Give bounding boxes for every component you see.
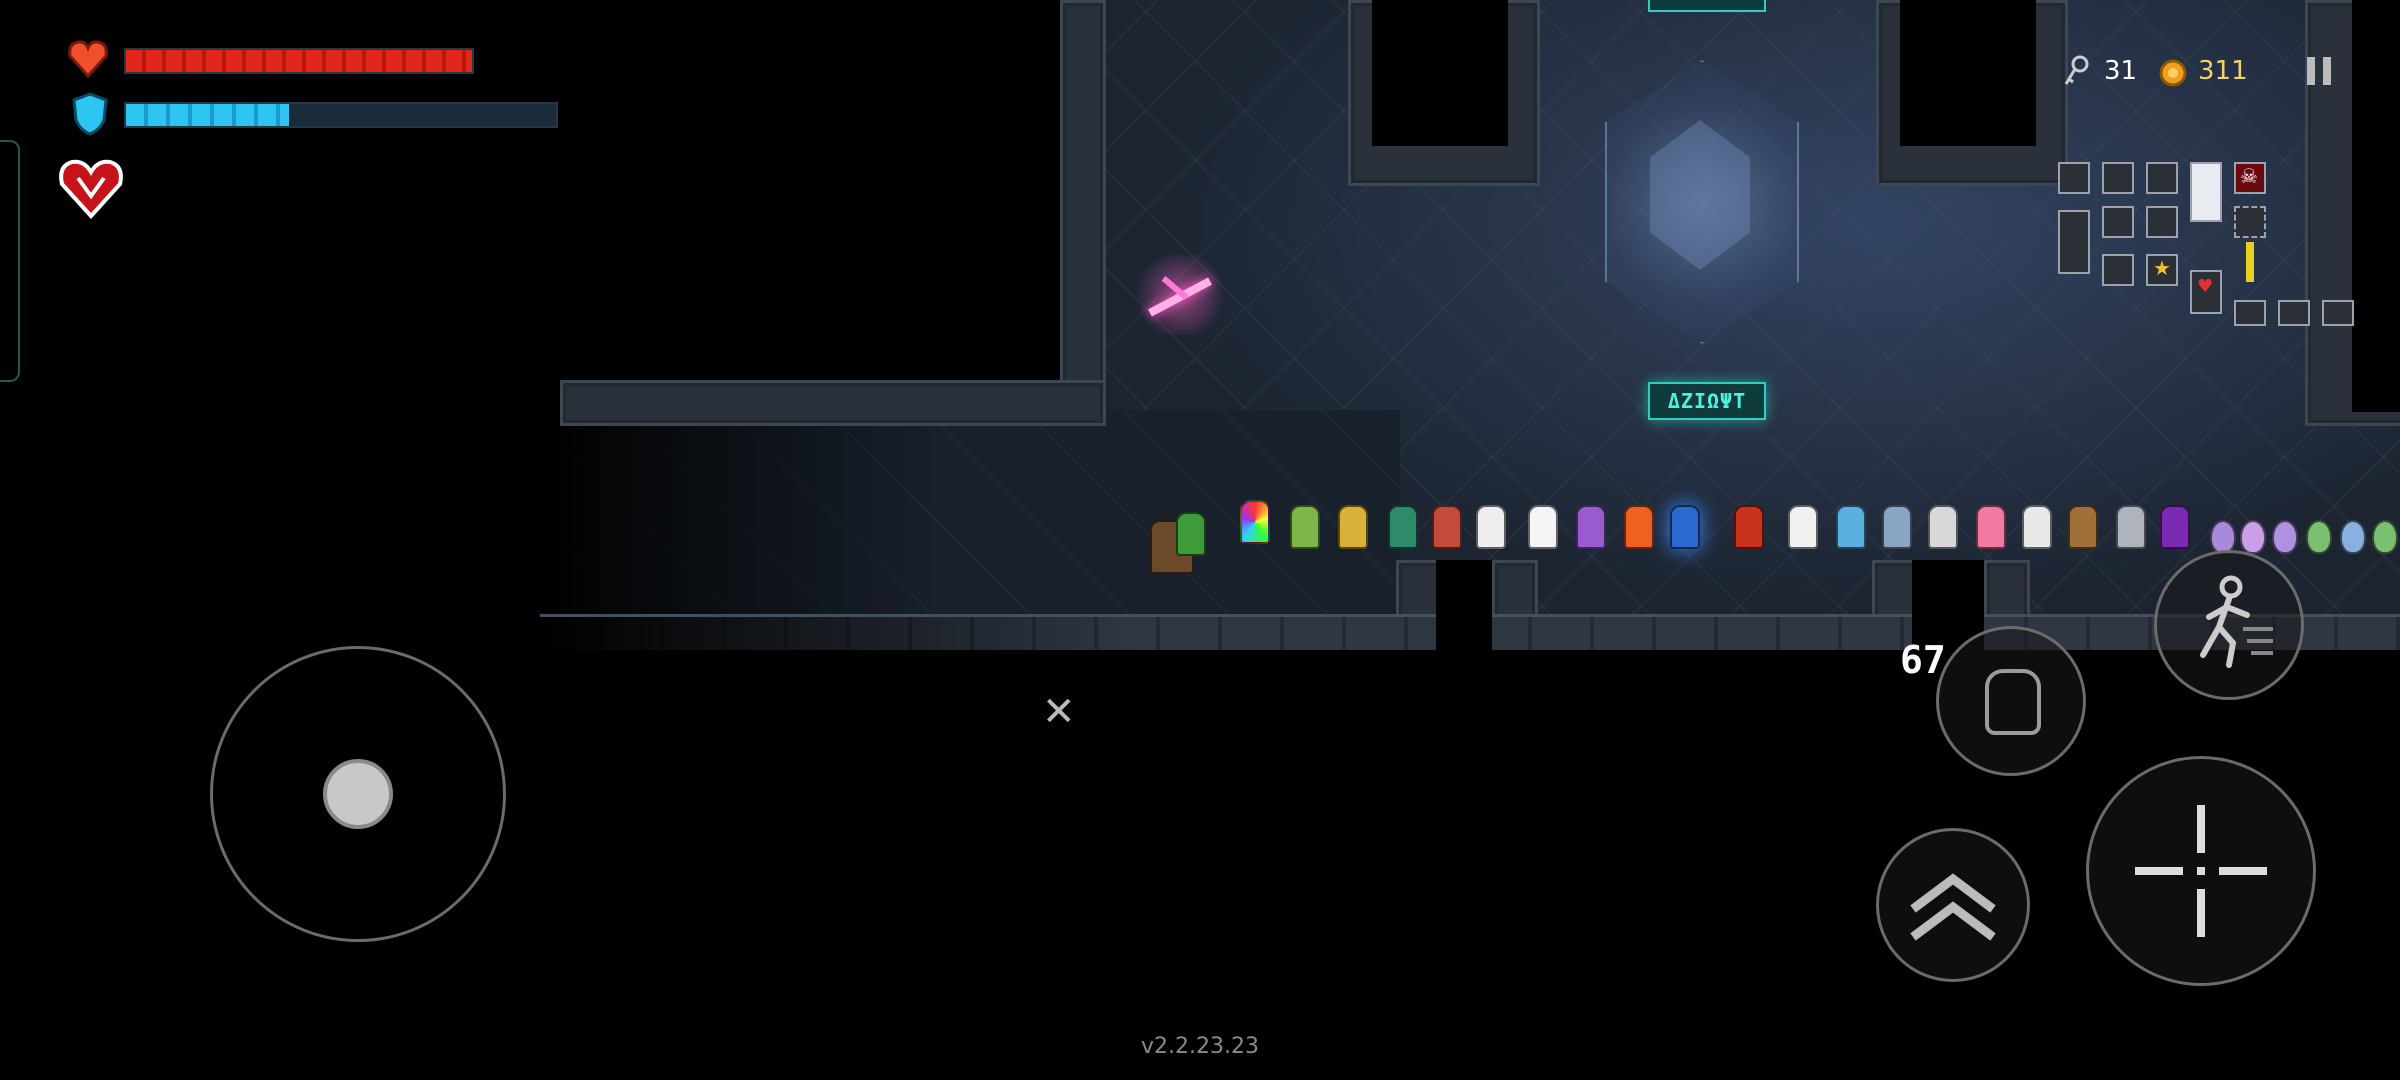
pet-pink [1976, 505, 2006, 549]
minimap-room [2234, 300, 2266, 326]
skill-cooldown: 67 [1900, 638, 1946, 682]
key-icon [2062, 54, 2092, 90]
egg-1 [2210, 520, 2236, 554]
gold-coin-icon [2158, 58, 2188, 88]
minimap-room [2102, 162, 2134, 194]
side-tab[interactable] [0, 140, 20, 382]
fist-skill-icon [1985, 669, 2041, 735]
pet-goblin [1176, 512, 1206, 556]
armor-bar-fill [126, 104, 290, 126]
joystick-icon[interactable] [323, 759, 393, 829]
hp-bar-fill [126, 50, 472, 72]
egg-6 [2372, 520, 2398, 554]
minimap-boss-room: ☠ [2234, 162, 2266, 194]
minimap-room [2058, 210, 2090, 274]
minimap-room [2234, 206, 2266, 238]
pet-girl [1432, 505, 1462, 549]
shield-icon [70, 92, 110, 136]
pause-button[interactable] [2284, 36, 2354, 106]
pet-snowman [1528, 505, 1558, 549]
minimap-room [2146, 206, 2178, 238]
pet-purple-flask [2160, 505, 2190, 549]
pet-ghost [1882, 505, 1912, 549]
wall-corridor-top [560, 380, 1106, 426]
minimap-room [2146, 162, 2178, 194]
dash-button[interactable] [2154, 550, 2304, 700]
gold-count: 311 [2198, 56, 2248, 86]
pet-red-teapot [1734, 505, 1764, 549]
crossed-swords-icon: ✕ [1042, 689, 1076, 735]
joystick-base[interactable] [210, 646, 506, 942]
running-figure-icon [2200, 575, 2273, 668]
pause-icon [2307, 57, 2331, 85]
egg-5 [2340, 520, 2366, 554]
pet-wizard [1290, 505, 1320, 549]
pet-panda [1788, 505, 1818, 549]
pet-deer [2068, 505, 2098, 549]
crosshair-icon [2135, 805, 2267, 937]
pet-gray [2116, 505, 2146, 549]
heart-icon: ♥ [2197, 276, 2214, 297]
minimap-room [2058, 162, 2090, 194]
minimap-star-room: ★ [2146, 254, 2178, 286]
armor-bar [124, 102, 558, 128]
double-chevron-up-icon [1910, 873, 1996, 941]
version-label: v2.2.23.23 [1141, 1034, 1259, 1059]
minimap-room [2102, 206, 2134, 238]
pet-clown [1240, 500, 1270, 544]
demon-heart-icon [56, 152, 126, 222]
minimap-room [2102, 254, 2134, 286]
egg-4 [2306, 520, 2332, 554]
pet-robot [1928, 505, 1958, 549]
minimap[interactable]: ☠ ★ ♥ [2050, 150, 2370, 340]
minimap-current-room [2190, 162, 2222, 222]
star-icon: ★ [2153, 256, 2171, 280]
pet-eyeball [1576, 505, 1606, 549]
pet-green-slime [1388, 505, 1418, 549]
minimap-heart-room: ♥ [2190, 270, 2222, 314]
skill-button[interactable] [1936, 626, 2086, 776]
hp-bar [124, 48, 474, 74]
egg-2 [2240, 520, 2266, 554]
pet-fire [1624, 505, 1654, 549]
swap-weapon-button[interactable] [1876, 828, 2030, 982]
minimap-room [2278, 300, 2310, 326]
pet-blue-aura [1670, 505, 1700, 549]
minimap-room [2322, 300, 2354, 326]
minimap-link-yellow [2246, 242, 2254, 282]
skull-icon: ☠ [2240, 164, 2258, 188]
attack-button[interactable] [2086, 756, 2316, 986]
pet-pharaoh [1338, 505, 1368, 549]
keys-count: 31 [2104, 56, 2138, 86]
wall-left-block [1060, 0, 1106, 426]
heart-icon [66, 36, 110, 80]
pet-cat [1476, 505, 1506, 549]
egg-3 [2272, 520, 2298, 554]
pet-mushroom [1836, 505, 1866, 549]
pet-skeleton [2022, 505, 2052, 549]
